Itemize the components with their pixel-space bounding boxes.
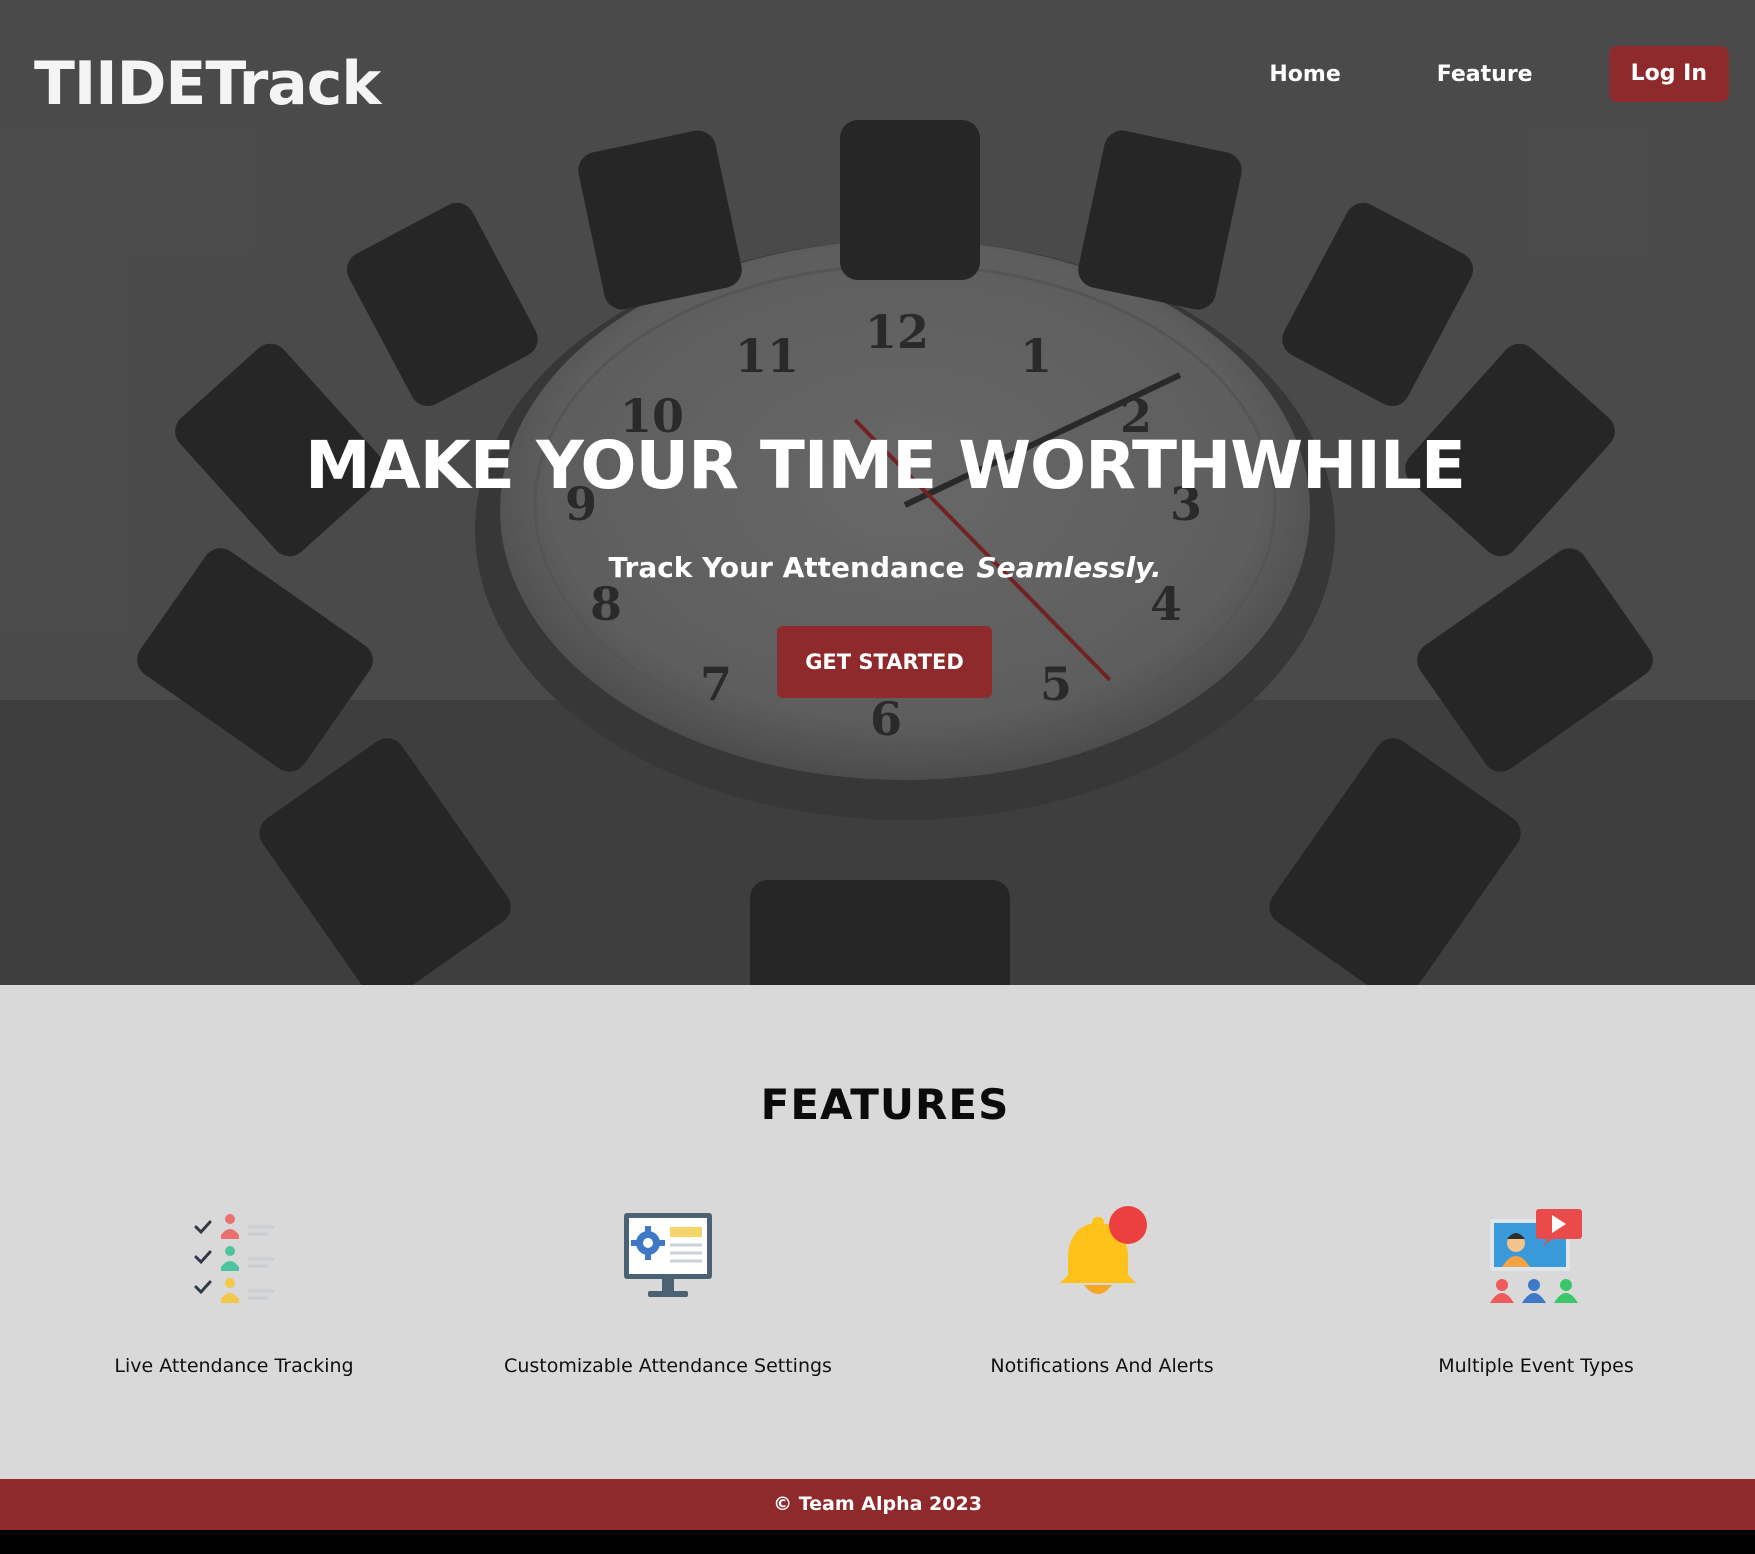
hero-subtitle: Track Your Attendance Seamlessly.	[0, 548, 1755, 588]
top-nav: Home Feature Log In	[1269, 46, 1729, 102]
feature-item-live-tracking: Live Attendance Tracking	[24, 1205, 444, 1377]
nav-feature-link[interactable]: Feature	[1437, 62, 1533, 87]
feature-label: Live Attendance Tracking	[114, 1355, 354, 1377]
hero-subtitle-emphasis: Seamlessly.	[976, 551, 1162, 584]
feature-item-notifications: Notifications And Alerts	[892, 1205, 1312, 1377]
bottom-strip	[0, 1530, 1755, 1554]
hero-subtitle-text: Track Your Attendance	[608, 551, 965, 584]
feature-label: Customizable Attendance Settings	[504, 1355, 832, 1377]
checklist-people-icon	[194, 1214, 274, 1303]
features-section: FEATURES Live Attendance Tracking Custom…	[0, 985, 1755, 1479]
features-title: FEATURES	[760, 1080, 1010, 1129]
nav-home-link[interactable]: Home	[1269, 62, 1340, 87]
get-started-button[interactable]: GET STARTED	[777, 626, 992, 698]
feature-label: Multiple Event Types	[1438, 1355, 1634, 1377]
hero-section: 12 1 2 3 4 5 6 7 8 9 10 11 TIIDETrack Ho…	[0, 0, 1755, 985]
feature-label: Notifications And Alerts	[990, 1355, 1214, 1377]
video-event-icon	[1490, 1209, 1582, 1303]
bell-notification-icon	[1060, 1206, 1147, 1294]
feature-item-custom-settings: Customizable Attendance Settings	[458, 1205, 878, 1377]
monitor-settings-icon	[624, 1213, 712, 1297]
feature-item-event-types: Multiple Event Types	[1326, 1205, 1746, 1377]
brand-logo[interactable]: TIIDETrack	[34, 48, 381, 120]
hero-title: MAKE YOUR TIME WORTHWHILE	[305, 427, 1466, 504]
copyright-text: © Team Alpha 2023	[773, 1493, 982, 1515]
page: 12 1 2 3 4 5 6 7 8 9 10 11 TIIDETrack Ho…	[0, 0, 1755, 1554]
footer: © Team Alpha 2023	[0, 1479, 1755, 1530]
login-button[interactable]: Log In	[1608, 46, 1729, 102]
